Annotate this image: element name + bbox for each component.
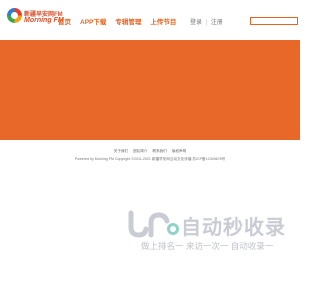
- footer-link-copyright[interactable]: 版权声明: [172, 149, 186, 153]
- logo-icon[interactable]: [7, 8, 22, 23]
- main-banner: [0, 40, 300, 140]
- footer-link-team[interactable]: 团队简介: [133, 149, 147, 153]
- footer-copyright: Powered by Morning FM Copyright ©2011-20…: [74, 157, 226, 161]
- search-input[interactable]: [250, 17, 298, 25]
- auth-separator: |: [205, 20, 208, 26]
- nav-app-download[interactable]: APP下载: [80, 16, 106, 26]
- footer-links: 关于我们 团队简介 联系我们 版权声明: [0, 149, 300, 154]
- login-link[interactable]: 登录: [190, 20, 202, 26]
- site-footer: 关于我们 团队简介 联系我们 版权声明 Powered by Morning F…: [0, 140, 300, 172]
- watermark-logo-icon: [128, 210, 179, 238]
- watermark: 自动秒收录 做上排名一 来访一次一 自动收录一: [125, 207, 285, 267]
- watermark-subtitle: 做上排名一 来访一次一 自动收录一: [141, 241, 274, 251]
- footer-link-about[interactable]: 关于我们: [114, 149, 128, 153]
- main-nav: 首页 APP下载 专辑管理 上传节目: [58, 16, 185, 26]
- site-header: 新疆早安网FM Morning FM 首页 APP下载 专辑管理 上传节目 登录…: [0, 0, 300, 40]
- auth-links: 登录 | 注册: [190, 17, 223, 26]
- watermark-title: 自动秒收录: [181, 217, 286, 239]
- footer-link-contact[interactable]: 联系我们: [153, 149, 167, 153]
- nav-album-manage[interactable]: 专辑管理: [115, 16, 141, 26]
- nav-home[interactable]: 首页: [58, 16, 71, 26]
- register-link[interactable]: 注册: [211, 20, 223, 26]
- nav-upload-program[interactable]: 上传节目: [150, 16, 176, 26]
